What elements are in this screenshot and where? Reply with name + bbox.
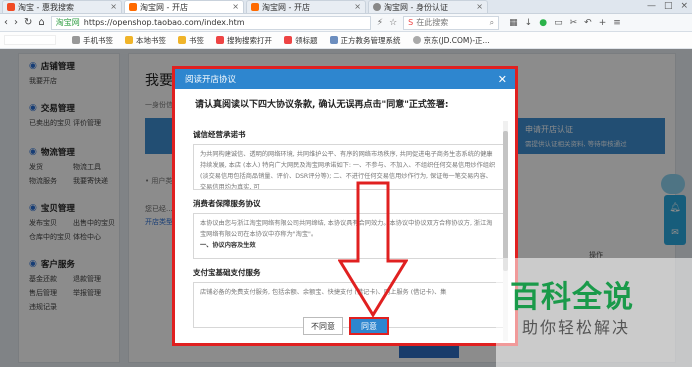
bookmarks-bar: 手机书签 本地书签 书签 搜狗搜索打开 领标题 正方教务管理系统 京东(JD.C…: [0, 32, 692, 49]
chat-icon[interactable]: ●: [539, 18, 547, 28]
redacted-box: [4, 35, 56, 45]
sogou-icon: [216, 36, 224, 44]
maximize-icon[interactable]: □: [664, 1, 673, 11]
scrollbar-thumb[interactable]: [503, 131, 508, 271]
bookmark-item[interactable]: 正方教务管理系统: [329, 35, 401, 46]
home-icon[interactable]: ⌂: [38, 17, 44, 28]
page-icon: [329, 36, 338, 44]
browser-tab-active[interactable]: 淘宝网 - 开店 ×: [124, 0, 244, 13]
tab-label: 淘宝网 - 开店: [140, 2, 188, 12]
bookmark-item[interactable]: 领标题: [284, 35, 318, 46]
back-icon[interactable]: ‹: [4, 17, 8, 28]
secure-label: 淘宝网: [55, 18, 80, 27]
minimize-icon[interactable]: —: [647, 1, 656, 11]
window-controls: — □ ×: [647, 1, 688, 11]
dialog-header: 阅读开店协议 ✕: [175, 69, 515, 89]
browser-tab[interactable]: 淘宝网 - 开店 ×: [246, 0, 366, 13]
folder-icon: [125, 36, 133, 44]
grid-icon[interactable]: ▦: [509, 18, 518, 28]
url-field[interactable]: 淘宝网 https://openshop.taobao.com/index.ht…: [50, 15, 371, 30]
taobao-favicon-icon: [129, 3, 137, 11]
cut-icon[interactable]: ✂: [570, 18, 578, 28]
folder-icon: [178, 36, 186, 44]
tab-label: 淘宝 - 惠我搜索: [18, 2, 74, 12]
close-tab-icon[interactable]: ×: [232, 2, 239, 11]
add-icon[interactable]: +: [599, 18, 607, 28]
toolbar-icons: ▦ ↓ ● ▭ ✂ ↶ + ≡: [509, 18, 621, 28]
address-bar: ‹ › ↻ ⌂ 淘宝网 https://openshop.taobao.com/…: [0, 14, 692, 32]
download-icon[interactable]: ↓: [525, 18, 533, 28]
globe-icon: [373, 3, 381, 11]
watermark-subtitle: 助你轻松解决: [522, 318, 631, 337]
close-icon[interactable]: ✕: [498, 73, 507, 86]
bookmark-item[interactable]: 搜狗搜索打开: [216, 35, 272, 46]
close-tab-icon[interactable]: ×: [476, 2, 483, 11]
gift-icon: [284, 36, 292, 44]
close-tab-icon[interactable]: ×: [354, 2, 361, 11]
agree-button[interactable]: 同意: [349, 317, 389, 335]
forward-icon[interactable]: ›: [14, 17, 18, 28]
search-box[interactable]: S 在此搜索 ⌕: [403, 15, 500, 30]
section-title: 诚信经营承诺书: [193, 130, 246, 139]
bookmark-item[interactable]: 书签: [178, 35, 204, 46]
url-icons: ⚡ ☆: [377, 18, 397, 28]
disagree-button[interactable]: 不同意: [303, 317, 343, 335]
refresh-icon[interactable]: ↻: [24, 17, 32, 28]
annotation-arrow-icon: [338, 181, 408, 317]
lightning-icon[interactable]: ⚡: [377, 18, 383, 28]
bookmark-item[interactable]: 手机书签: [72, 35, 113, 46]
taobao-favicon-icon: [251, 3, 259, 11]
url-text[interactable]: https://openshop.taobao.com/index.htm: [84, 18, 245, 27]
close-window-icon[interactable]: ×: [680, 1, 688, 11]
watermark: 百科全说 助你轻松解决: [496, 258, 692, 367]
search-placeholder: 在此搜索: [416, 18, 449, 27]
globe-icon: [412, 36, 421, 44]
tab-bar: 淘宝 - 惠我搜索 × 淘宝网 - 开店 × 淘宝网 - 开店 × 淘宝网 - …: [0, 0, 692, 14]
menu-icon[interactable]: ≡: [613, 18, 621, 28]
browser-tab[interactable]: 淘宝网 - 身份认证 ×: [368, 0, 488, 13]
undo-icon[interactable]: ↶: [584, 18, 592, 28]
taobao-favicon-icon: [7, 3, 15, 11]
phone-icon: [72, 36, 80, 44]
watermark-logo: 百科全说: [510, 280, 634, 315]
dialog-title: 阅读开店协议: [185, 75, 237, 85]
bookmark-star-icon[interactable]: ☆: [389, 18, 397, 28]
dialog-instruction: 请认真阅读以下四大协议条款, 确认无误再点击"同意"正式签署:: [195, 100, 449, 110]
tab-label: 淘宝网 - 开店: [262, 2, 310, 12]
pay-icon[interactable]: ▭: [554, 18, 563, 28]
section-subhead: 一、协议内容及生效: [200, 242, 256, 249]
browser-tab[interactable]: 淘宝 - 惠我搜索 ×: [2, 0, 122, 13]
bookmark-item[interactable]: 京东(JD.COM)-正...: [412, 35, 490, 46]
dialog-buttons: 不同意 同意: [303, 317, 389, 335]
bookmark-item[interactable]: 本地书签: [125, 35, 166, 46]
tab-label: 淘宝网 - 身份认证: [384, 2, 448, 12]
search-icon[interactable]: ⌕: [490, 18, 494, 28]
close-tab-icon[interactable]: ×: [110, 2, 117, 11]
search-engine-icon: S: [408, 18, 414, 27]
